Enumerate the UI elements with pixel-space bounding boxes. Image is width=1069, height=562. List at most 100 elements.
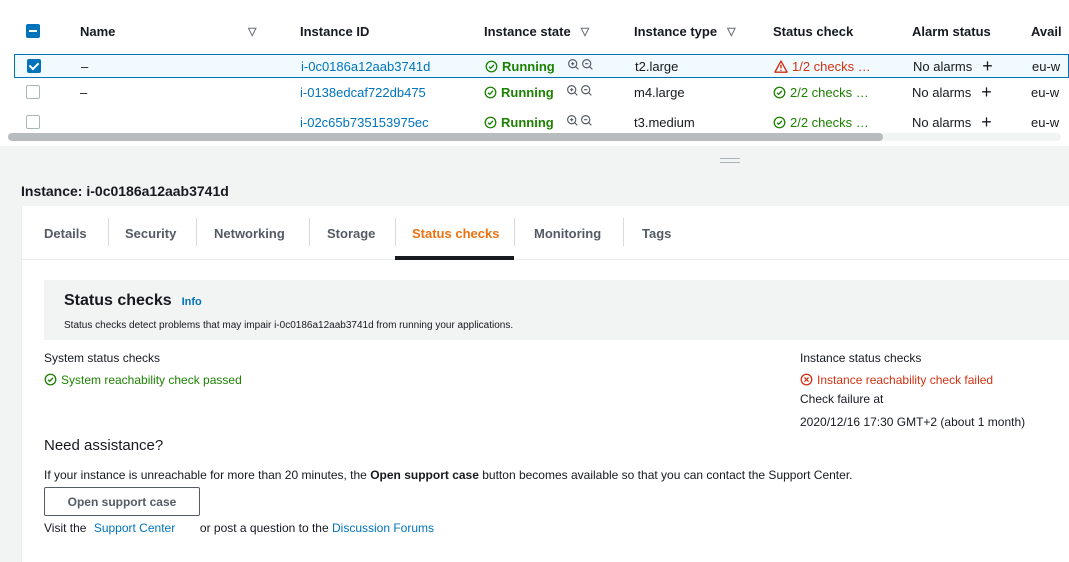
scrollbar-thumb[interactable] <box>8 133 883 141</box>
instance-name: – <box>81 58 89 74</box>
table-header: Name ▽ Instance ID Instance state ▽ Insta… <box>0 12 1069 50</box>
instance-type: t3.medium <box>634 114 695 130</box>
assistance-text-bold: Open support case <box>370 468 479 482</box>
status-check-label: 2/2 checks … <box>790 84 869 100</box>
instance-id-link[interactable]: i-0c0186a12aab3741d <box>301 59 471 74</box>
alarm-status: No alarms + <box>913 57 1013 75</box>
checkbox-icon[interactable] <box>26 85 40 99</box>
alarm-status-label: No alarms <box>912 84 972 100</box>
instance-state-label: Running <box>501 84 554 100</box>
alarm-status: No alarms + <box>912 113 1012 131</box>
assistance-text-before: If your instance is unreachable for more… <box>44 468 367 482</box>
filter-state-icon[interactable]: ▽ <box>581 25 589 38</box>
zoom-out-icon[interactable] <box>580 84 593 100</box>
alarm-status-label: No alarms <box>913 58 973 74</box>
instance-id-link[interactable]: i-02c65b735153975ec <box>300 115 470 130</box>
zoom-in-icon[interactable] <box>567 58 580 74</box>
checkbox-icon[interactable] <box>26 115 40 129</box>
table-row[interactable]: i-02c65b735153975ec Running t3.medium 2/… <box>0 110 1069 134</box>
check-failure-label: Check failure at <box>800 392 884 406</box>
assistance-title: Need assistance? <box>44 437 164 454</box>
column-header-instance-type[interactable]: Instance type ▽ <box>634 24 764 39</box>
open-support-case-button[interactable]: Open support case <box>44 487 200 516</box>
check-circle-icon <box>44 373 57 386</box>
status-check[interactable]: 2/2 checks … <box>773 115 893 130</box>
instance-id-link[interactable]: i-0138edcaf722db475 <box>300 85 470 100</box>
check-circle-icon <box>773 86 786 99</box>
column-header-alarm-status[interactable]: Alarm status <box>912 24 1012 39</box>
tab-security[interactable]: Security <box>125 226 176 241</box>
tab-divider <box>309 218 310 246</box>
check-circle-icon <box>484 116 497 129</box>
check-failure-time: 2020/12/16 17:30 GMT+2 (about 1 month) <box>800 415 1026 429</box>
filter-name-icon[interactable]: ▽ <box>248 25 264 38</box>
resize-handle-icon[interactable] <box>720 158 740 163</box>
instance-title: Instance: i-0c0186a12aab3741d <box>21 183 229 199</box>
or-post-text: or post a question to the <box>199 521 329 535</box>
zoom-in-icon[interactable] <box>566 114 579 130</box>
row-checkbox[interactable] <box>26 115 42 129</box>
column-header-instance-state[interactable]: Instance state ▽ <box>484 24 624 39</box>
zoom-out-icon[interactable] <box>580 114 593 130</box>
tab-networking[interactable]: Networking <box>214 226 285 241</box>
visit-text: Visit the <box>44 521 87 535</box>
zoom-controls <box>566 114 593 130</box>
tab-divider <box>108 218 109 246</box>
row-checkbox[interactable] <box>27 59 43 73</box>
status-check-label: 1/2 checks … <box>792 58 871 74</box>
table-row[interactable]: – i-0c0186a12aab3741d Running t2.large 1… <box>14 54 1069 78</box>
alarm-status-label: No alarms <box>912 114 972 130</box>
tab-divider <box>623 218 624 246</box>
tab-bar: Details Security Networking Storage Stat… <box>22 206 1069 260</box>
visit-line: Visit the Support Center or post a quest… <box>44 521 438 535</box>
zoom-out-icon[interactable] <box>581 58 594 74</box>
tab-storage[interactable]: Storage <box>327 226 375 241</box>
column-header-status-check[interactable]: Status check <box>773 24 893 39</box>
column-header-availability[interactable]: Avail <box>1031 24 1069 39</box>
details-panel: Details Security Networking Storage Stat… <box>21 206 1069 562</box>
horizontal-scrollbar[interactable] <box>8 133 1061 141</box>
select-all-checkbox[interactable] <box>26 24 42 38</box>
status-check[interactable]: 2/2 checks … <box>773 85 893 100</box>
instance-state: Running <box>485 58 625 74</box>
add-alarm-icon[interactable]: + <box>981 113 992 131</box>
support-center-link[interactable]: Support Center <box>94 521 175 535</box>
checkbox-checked-icon[interactable] <box>27 59 41 73</box>
column-header-instance-id[interactable]: Instance ID <box>300 24 470 39</box>
error-circle-icon <box>800 373 813 386</box>
column-header-name[interactable]: Name <box>80 24 240 39</box>
instance-state: Running <box>484 114 624 130</box>
section-title-label: Status checks <box>64 292 172 309</box>
filter-type-icon[interactable]: ▽ <box>727 25 735 38</box>
instance-state: Running <box>484 84 624 100</box>
table-row[interactable]: – i-0138edcaf722db475 Running m4.large 2… <box>0 80 1069 104</box>
tab-divider <box>514 218 515 246</box>
assistance-text-after: button becomes available so that you can… <box>482 468 853 482</box>
availability-zone: eu-w <box>1031 84 1060 100</box>
instance-status-value: Instance reachability check failed <box>800 373 993 387</box>
availability-zone: eu-w <box>1031 114 1060 130</box>
status-check-label: 2/2 checks … <box>790 114 869 130</box>
tab-monitoring[interactable]: Monitoring <box>534 226 601 241</box>
status-check[interactable]: 1/2 checks … <box>774 59 894 74</box>
column-header-instance-type-label: Instance type <box>634 23 718 39</box>
section-description: Status checks detect problems that may i… <box>64 320 514 331</box>
instance-state-label: Running <box>502 58 555 74</box>
system-status-text: System reachability check passed <box>61 373 242 387</box>
instance-type: t2.large <box>635 58 679 74</box>
zoom-in-icon[interactable] <box>566 84 579 100</box>
checkbox-mixed-icon[interactable] <box>26 24 40 38</box>
tab-tags[interactable]: Tags <box>642 226 671 241</box>
add-alarm-icon[interactable]: + <box>981 83 992 101</box>
column-header-instance-state-label: Instance state <box>484 23 571 39</box>
instance-type: m4.large <box>634 84 685 100</box>
tab-divider <box>196 218 197 246</box>
check-circle-icon <box>485 60 498 73</box>
discussion-forums-link[interactable]: Discussion Forums <box>332 521 434 535</box>
add-alarm-icon[interactable]: + <box>982 57 993 75</box>
info-link[interactable]: Info <box>182 296 202 308</box>
tab-details[interactable]: Details <box>44 226 87 241</box>
row-checkbox[interactable] <box>26 85 42 99</box>
tab-status-checks[interactable]: Status checks <box>412 226 499 241</box>
system-status-label: System status checks <box>44 351 161 365</box>
